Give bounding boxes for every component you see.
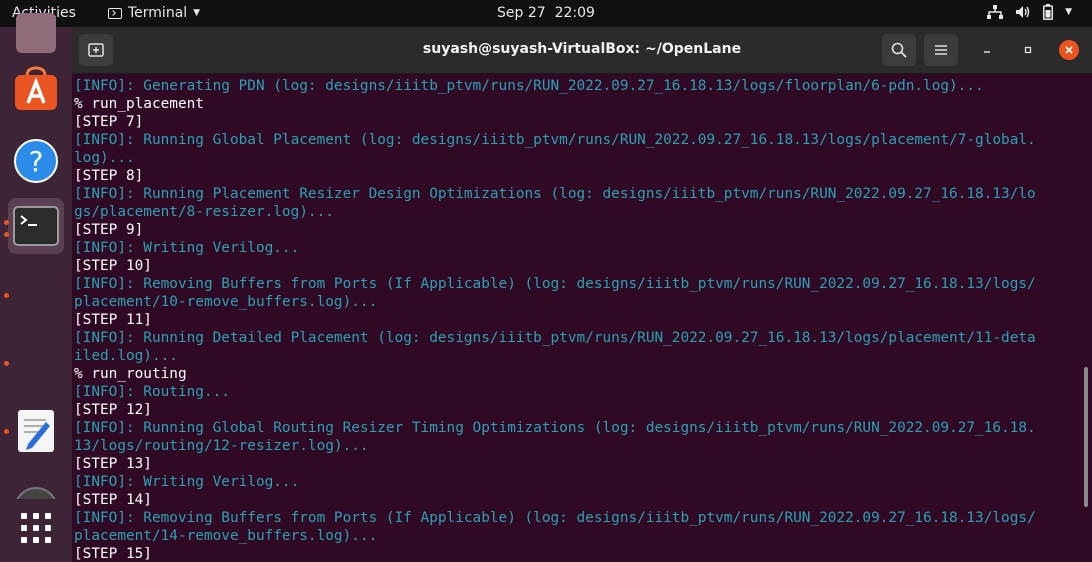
step-line: [STEP 11]	[74, 312, 152, 328]
terminal-output[interactable]: [INFO]: Generating PDN (log: designs/iii…	[74, 77, 1079, 562]
info-line: [INFO]: Generating PDN (log: designs/iii…	[74, 78, 984, 94]
app-menu-label: Terminal	[128, 5, 188, 21]
scrollbar[interactable]	[1084, 367, 1088, 507]
volume-icon	[1016, 6, 1030, 18]
info-line: [INFO]: Running Global Routing Resizer T…	[74, 420, 1036, 436]
maximize-icon	[1024, 46, 1032, 54]
clock-date: Sep 27	[497, 5, 546, 21]
running-indicator	[4, 361, 9, 366]
info-line: [INFO]: Removing Buffers from Ports (If …	[74, 276, 1036, 292]
battery-icon	[1043, 4, 1054, 20]
command-line: % run_placement	[74, 96, 204, 112]
step-line: [STEP 9]	[74, 222, 144, 238]
terminal-window: suyash@suyash-VirtualBox: ~/OpenLane [IN…	[72, 27, 1092, 562]
minimize-button[interactable]	[977, 40, 997, 60]
step-line: [STEP 12]	[74, 402, 152, 418]
text-editor-icon	[18, 410, 54, 452]
info-line: [INFO]: Running Detailed Placement (log:…	[74, 330, 1036, 346]
info-line: placement/10-remove_buffers.log)...	[74, 294, 378, 310]
info-line: log)...	[74, 150, 135, 166]
info-line: [INFO]: Writing Verilog...	[74, 474, 300, 490]
terminal-icon	[13, 206, 59, 246]
top-bar: Activities Terminal ▼ Sep 27 22:09 ▼	[0, 0, 1092, 27]
system-tray[interactable]: ▼	[987, 4, 1072, 20]
title-bar[interactable]: suyash@suyash-VirtualBox: ~/OpenLane	[72, 27, 1092, 74]
dock-help[interactable]: ?	[8, 133, 64, 189]
close-icon	[1065, 46, 1073, 54]
step-line: [STEP 10]	[74, 258, 152, 274]
command-line: % run_routing	[74, 366, 187, 382]
info-line: [INFO]: Removing Buffers from Ports (If …	[74, 510, 1036, 526]
step-line: [STEP 15]	[74, 546, 152, 562]
info-line: placement/14-remove_buffers.log)...	[74, 528, 378, 544]
files-icon	[16, 13, 56, 53]
search-icon	[891, 42, 907, 58]
grid-icon	[21, 513, 51, 543]
app-menu[interactable]: Terminal ▼	[108, 5, 200, 21]
dock-files[interactable]	[8, 5, 64, 61]
step-line: [STEP 7]	[74, 114, 144, 130]
dock-terminal[interactable]	[8, 198, 64, 254]
running-indicator	[4, 220, 9, 225]
info-line: [INFO]: Writing Verilog...	[74, 240, 300, 256]
network-icon	[987, 5, 1004, 19]
step-line: [STEP 14]	[74, 492, 152, 508]
search-button[interactable]	[882, 34, 916, 66]
info-line: [INFO]: Running Placement Resizer Design…	[74, 186, 1036, 202]
dock-ubuntu-software[interactable]	[8, 61, 64, 117]
info-line: [INFO]: Routing...	[74, 384, 230, 400]
chevron-down-icon: ▼	[1065, 7, 1072, 17]
maximize-button[interactable]	[1018, 40, 1038, 60]
minimize-icon	[984, 51, 990, 53]
help-icon: ?	[14, 139, 58, 183]
info-line: iled.log)...	[74, 348, 178, 364]
running-indicator	[4, 293, 9, 298]
close-button[interactable]	[1059, 40, 1079, 60]
svg-text:?: ?	[29, 145, 44, 178]
hamburger-icon	[935, 45, 947, 55]
step-line: [STEP 13]	[74, 456, 152, 472]
terminal-icon	[108, 7, 122, 19]
chevron-down-icon: ▼	[193, 8, 201, 18]
show-applications-button[interactable]	[8, 499, 64, 557]
dock: ?	[0, 13, 72, 562]
menu-button[interactable]	[924, 34, 958, 66]
ubuntu-software-icon	[15, 66, 57, 110]
info-line: gs/placement/8-resizer.log)...	[74, 204, 334, 220]
clock-time: 22:09	[554, 5, 595, 21]
running-indicator	[4, 232, 9, 237]
step-line: [STEP 8]	[74, 168, 144, 184]
info-line: [INFO]: Running Global Placement (log: d…	[74, 132, 1036, 148]
dock-text-editor[interactable]	[8, 403, 64, 459]
info-line: 13/logs/routing/12-resizer.log)...	[74, 438, 369, 454]
